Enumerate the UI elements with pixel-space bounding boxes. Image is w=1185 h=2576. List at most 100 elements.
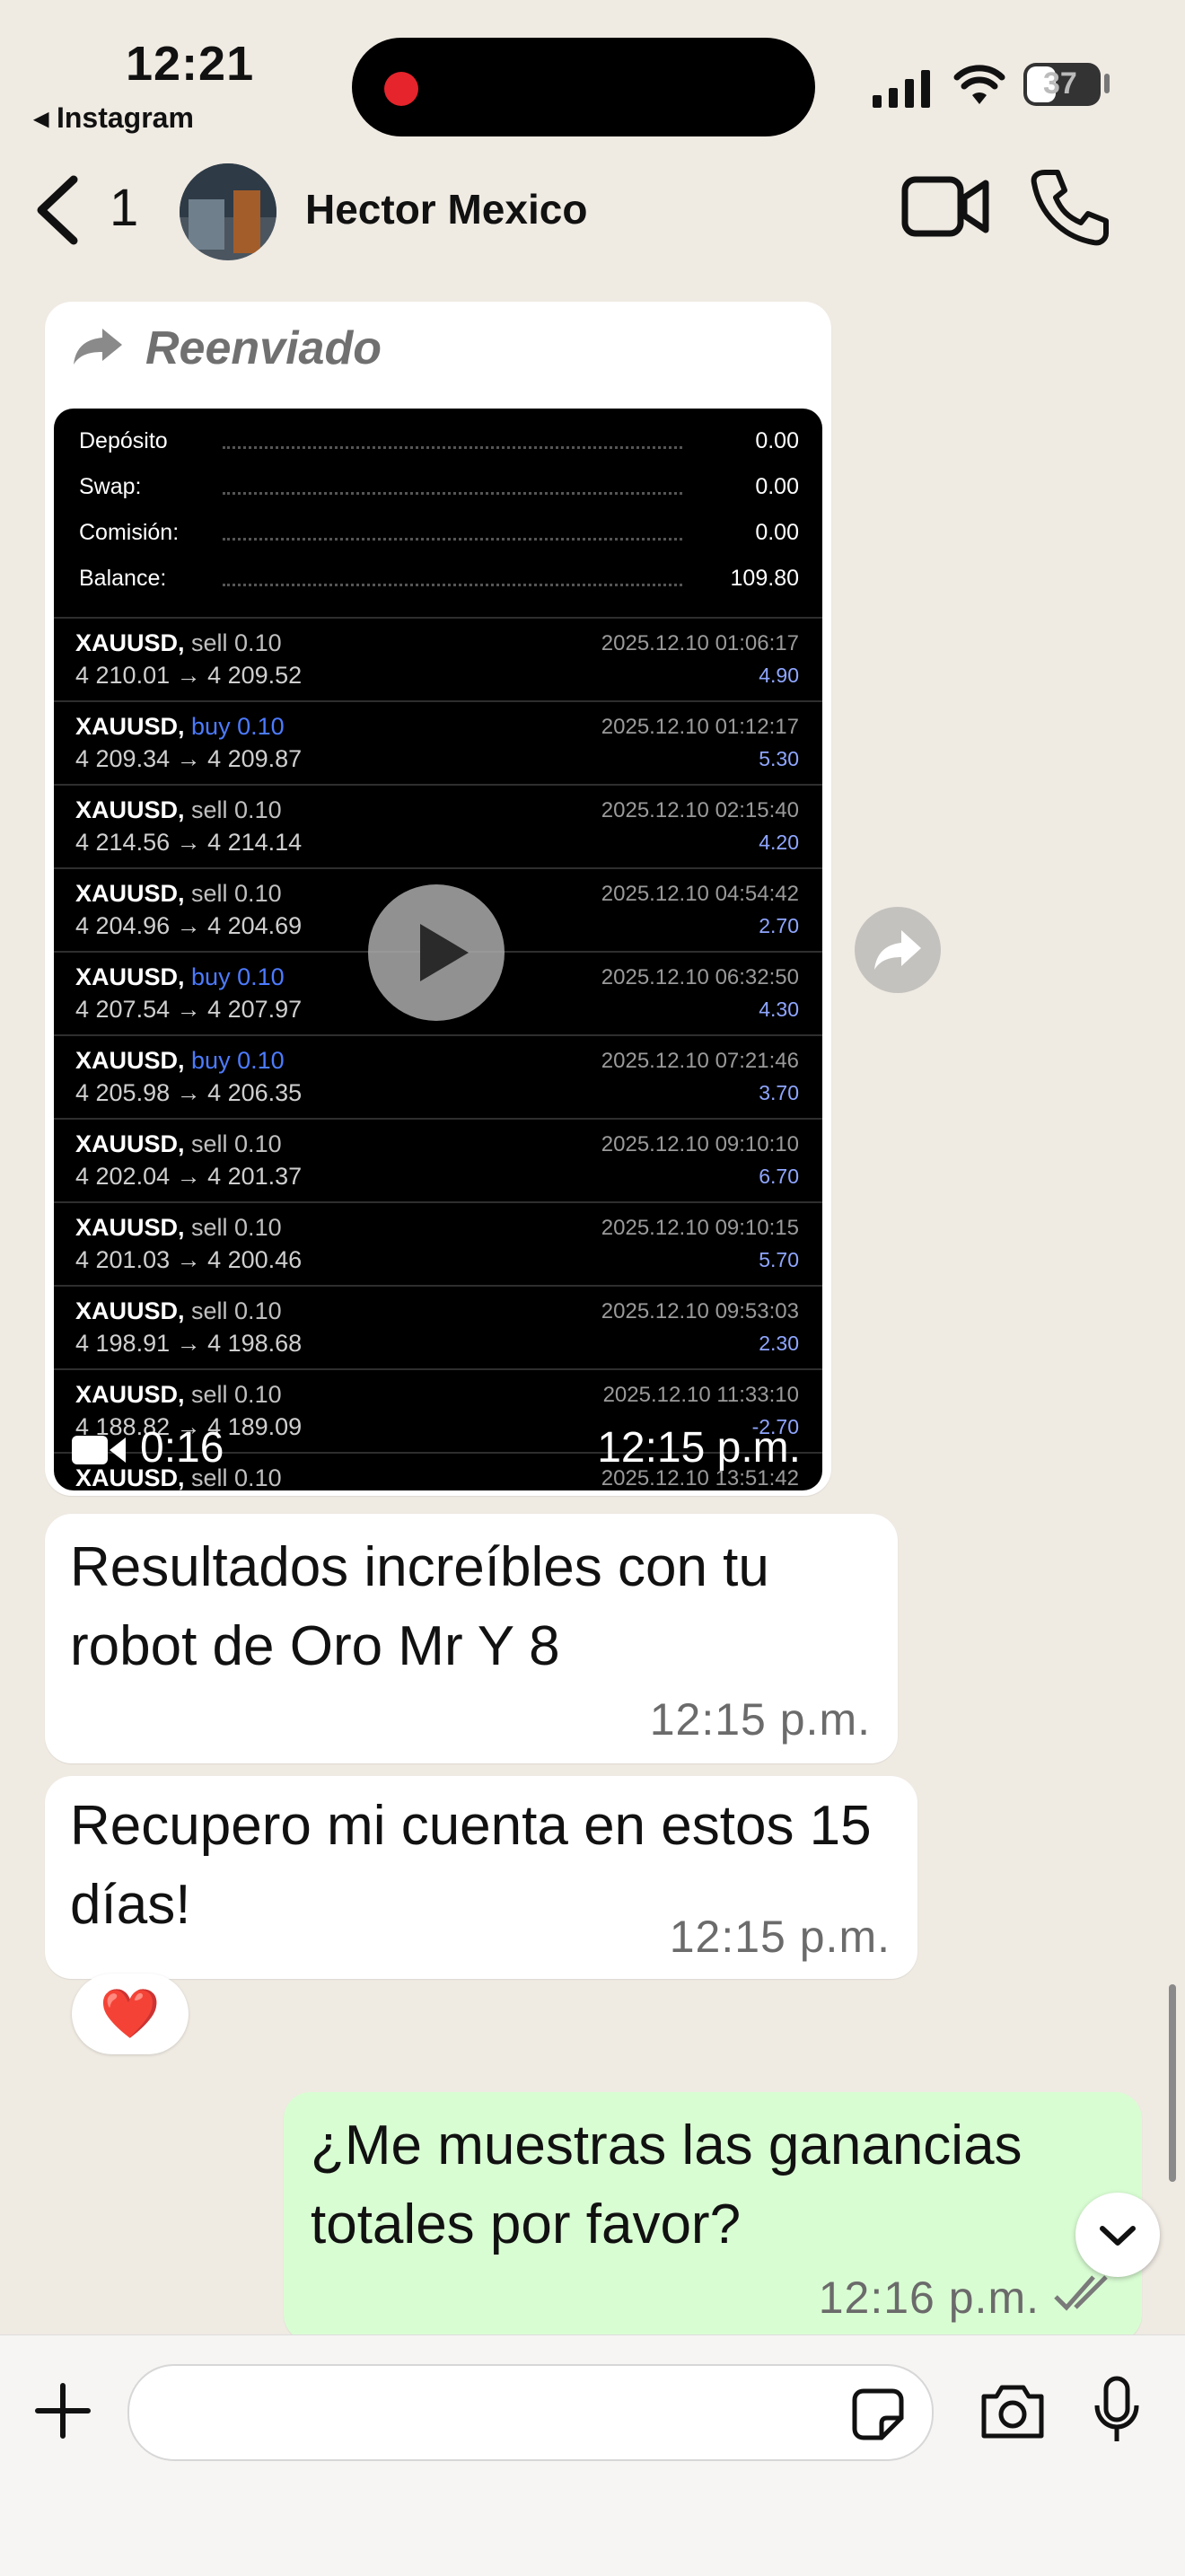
trade-side: sell 0.10: [191, 629, 282, 656]
trade-side: sell 0.10: [191, 1381, 282, 1408]
trade-date: 2025.12.10 01:06:17: [601, 631, 799, 655]
trade-prices: 4 210.01 → 4 209.52: [75, 662, 303, 689]
trade-prices: 4 214.56 → 4 214.14: [75, 829, 303, 856]
summary-label: Depósito: [79, 428, 168, 453]
trade-symbol: XAUUSD,: [75, 963, 185, 990]
trade-symbol: XAUUSD,: [75, 1130, 185, 1157]
trade-side: buy 0.10: [191, 713, 285, 740]
summary-label: Swap:: [79, 474, 142, 499]
play-button[interactable]: [368, 884, 505, 1021]
summary-value: 109.80: [730, 566, 799, 591]
battery-icon: 37: [1023, 63, 1101, 106]
trade-side: sell 0.10: [191, 1297, 282, 1324]
battery-cap: [1104, 74, 1110, 93]
trade-profit: 5.30: [759, 747, 799, 770]
video-thumbnail[interactable]: Depósito 0.00 Swap: 0.00 Comisión: 0.00 Balanc…: [54, 409, 822, 1490]
trade-profit: 5.70: [759, 1248, 799, 1271]
trade-prices: 4 198.91 → 4 198.68: [75, 1330, 303, 1357]
read-receipt-icon: [1052, 2272, 1115, 2321]
account-summary-row: Swap: 0.00: [79, 465, 799, 510]
camera-icon[interactable]: [979, 2384, 1047, 2444]
trade-row: XAUUSD, sell 0.10 4 202.04 → 4 201.37 2025…: [54, 1118, 822, 1203]
sticker-icon[interactable]: [851, 2387, 905, 2446]
wifi-icon: [953, 65, 1005, 110]
trade-date: 2025.12.10 01:12:17: [601, 715, 799, 739]
video-timestamp: 12:15 p.m.: [597, 1424, 801, 1472]
contact-avatar[interactable]: [180, 163, 276, 260]
dotted-leader: [223, 446, 682, 449]
message-text: ¿Me muestras las ganancias totales por f…: [311, 2114, 1023, 2255]
message-time: 12:15 p.m.: [649, 1694, 871, 1745]
trade-prices: 4 205.98 → 4 206.35: [75, 1079, 303, 1106]
account-summary-row: Balance: 109.80: [79, 557, 799, 602]
back-to-app-link[interactable]: ◂ Instagram: [34, 101, 194, 135]
trade-prices: 4 209.34 → 4 209.87: [75, 745, 303, 772]
trade-prices: 4 207.54 → 4 207.97: [75, 996, 303, 1023]
trade-profit: 6.70: [759, 1165, 799, 1188]
trade-symbol: XAUUSD,: [75, 1297, 185, 1324]
message-input[interactable]: [127, 2364, 934, 2461]
scrollbar[interactable]: [1169, 1984, 1176, 2182]
trade-symbol: XAUUSD,: [75, 796, 185, 823]
message-time: 12:15 p.m.: [669, 1912, 891, 1962]
dotted-leader: [223, 492, 682, 495]
battery-level: 37: [1043, 66, 1077, 101]
video-call-icon[interactable]: [901, 171, 991, 247]
status-time: 12:21: [126, 37, 255, 91]
trade-profit: 3.70: [759, 1081, 799, 1104]
contact-name[interactable]: Hector Mexico: [305, 185, 587, 233]
scroll-to-bottom-button[interactable]: [1075, 2193, 1160, 2277]
summary-label: Balance:: [79, 566, 167, 591]
forward-button[interactable]: [855, 907, 941, 993]
dotted-leader: [223, 584, 682, 586]
back-chevron-icon[interactable]: [32, 174, 83, 251]
trade-date: 2025.12.10 09:10:15: [601, 1216, 799, 1240]
trade-profit: 4.30: [759, 998, 799, 1021]
chat-header: 1 Hector Mexico: [0, 144, 1185, 278]
trade-date: 2025.12.10 02:15:40: [601, 798, 799, 822]
unread-count[interactable]: 1: [110, 178, 138, 238]
trade-date: 2025.12.10 09:53:03: [601, 1299, 799, 1323]
trade-prices: 4 204.96 → 4 204.69: [75, 912, 303, 939]
forwarded-arrow-icon: [72, 327, 124, 371]
trade-row: XAUUSD, buy 0.10 4 209.34 → 4 209.87 2025.…: [54, 700, 822, 786]
summary-value: 0.00: [755, 428, 799, 453]
trade-symbol: XAUUSD,: [75, 1047, 185, 1074]
voice-call-icon[interactable]: [1029, 167, 1110, 252]
trade-symbol: XAUUSD,: [75, 629, 185, 656]
account-summary-row: Comisión: 0.00: [79, 511, 799, 556]
trade-date: 2025.12.10 06:32:50: [601, 965, 799, 989]
incoming-message[interactable]: Recupero mi cuenta en estos 15 días! 12:…: [45, 1776, 917, 1979]
trade-date: 2025.12.10 11:33:10: [602, 1383, 799, 1407]
trade-symbol: XAUUSD,: [75, 713, 185, 740]
forwarded-label: Reenviado: [145, 322, 382, 374]
trade-row: XAUUSD, sell 0.10 4 210.01 → 4 209.52 2025…: [54, 617, 822, 702]
plus-icon[interactable]: [34, 2382, 92, 2444]
composer-bar: [0, 2334, 1185, 2576]
trade-row: XAUUSD, sell 0.10 4 214.56 → 4 214.14 2025…: [54, 784, 822, 869]
summary-value: 0.00: [755, 474, 799, 499]
trade-profit: 2.30: [759, 1332, 799, 1355]
dotted-leader: [223, 538, 682, 541]
outgoing-message[interactable]: ¿Me muestras las ganancias totales por f…: [284, 2092, 1142, 2342]
trade-symbol: XAUUSD,: [75, 1381, 185, 1408]
trade-date: 2025.12.10 09:10:10: [601, 1132, 799, 1156]
recording-indicator-icon: [384, 72, 418, 106]
message-text: Resultados increíbles con tu robot de Or…: [70, 1536, 769, 1677]
trade-side: sell 0.10: [191, 1214, 282, 1241]
trade-symbol: XAUUSD,: [75, 1214, 185, 1241]
microphone-icon[interactable]: [1092, 2375, 1142, 2451]
video-duration: 0:16: [140, 1424, 224, 1472]
trade-profit: 4.90: [759, 664, 799, 687]
summary-label: Comisión:: [79, 520, 180, 545]
trade-symbol: XAUUSD,: [75, 880, 185, 907]
heart-reaction-icon[interactable]: ❤️: [72, 1974, 189, 2054]
trade-profit: 4.20: [759, 831, 799, 854]
trade-side: buy 0.10: [191, 963, 285, 990]
trade-side: buy 0.10: [191, 1047, 285, 1074]
incoming-message[interactable]: Resultados increíbles con tu robot de Or…: [45, 1514, 898, 1763]
trade-profit: 2.70: [759, 914, 799, 937]
dynamic-island: [352, 38, 815, 136]
video-camera-icon: [72, 1432, 126, 1473]
cellular-signal-icon: [873, 70, 935, 112]
